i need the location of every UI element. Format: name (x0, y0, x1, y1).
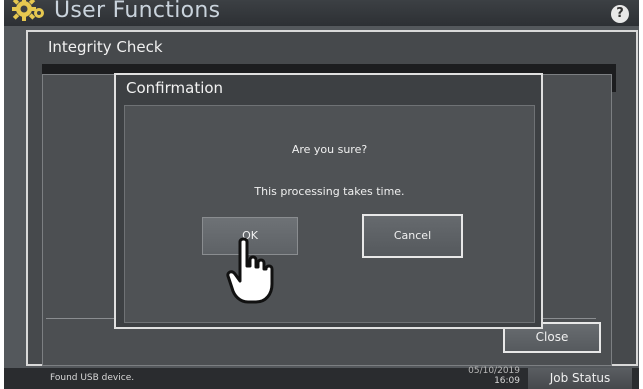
hand-pointer-icon (226, 237, 274, 304)
dialog-title: Confirmation (126, 79, 224, 97)
dialog-body: Are you sure? This processing takes time… (124, 105, 535, 323)
status-date: 05/10/2019 (468, 366, 520, 376)
top-bar: User Functions ? (4, 0, 639, 26)
gear-icon (12, 0, 44, 21)
processing-note: This processing takes time. (254, 185, 405, 198)
cancel-button[interactable]: Cancel (362, 214, 463, 258)
screen: User Functions ? Integrity Check Close F… (4, 0, 639, 389)
status-time: 16:09 (494, 376, 520, 386)
app-title: User Functions (54, 0, 221, 23)
confirm-question: Are you sure? (291, 143, 368, 156)
status-message: Found USB device. (50, 373, 135, 383)
panel-title: Integrity Check (48, 38, 163, 56)
job-status-button[interactable]: Job Status (528, 368, 632, 389)
help-icon[interactable]: ? (611, 5, 629, 23)
status-bar: Found USB device. 05/10/2019 16:09 Job S… (4, 366, 639, 389)
confirmation-dialog: Confirmation Are you sure? This processi… (114, 73, 543, 329)
